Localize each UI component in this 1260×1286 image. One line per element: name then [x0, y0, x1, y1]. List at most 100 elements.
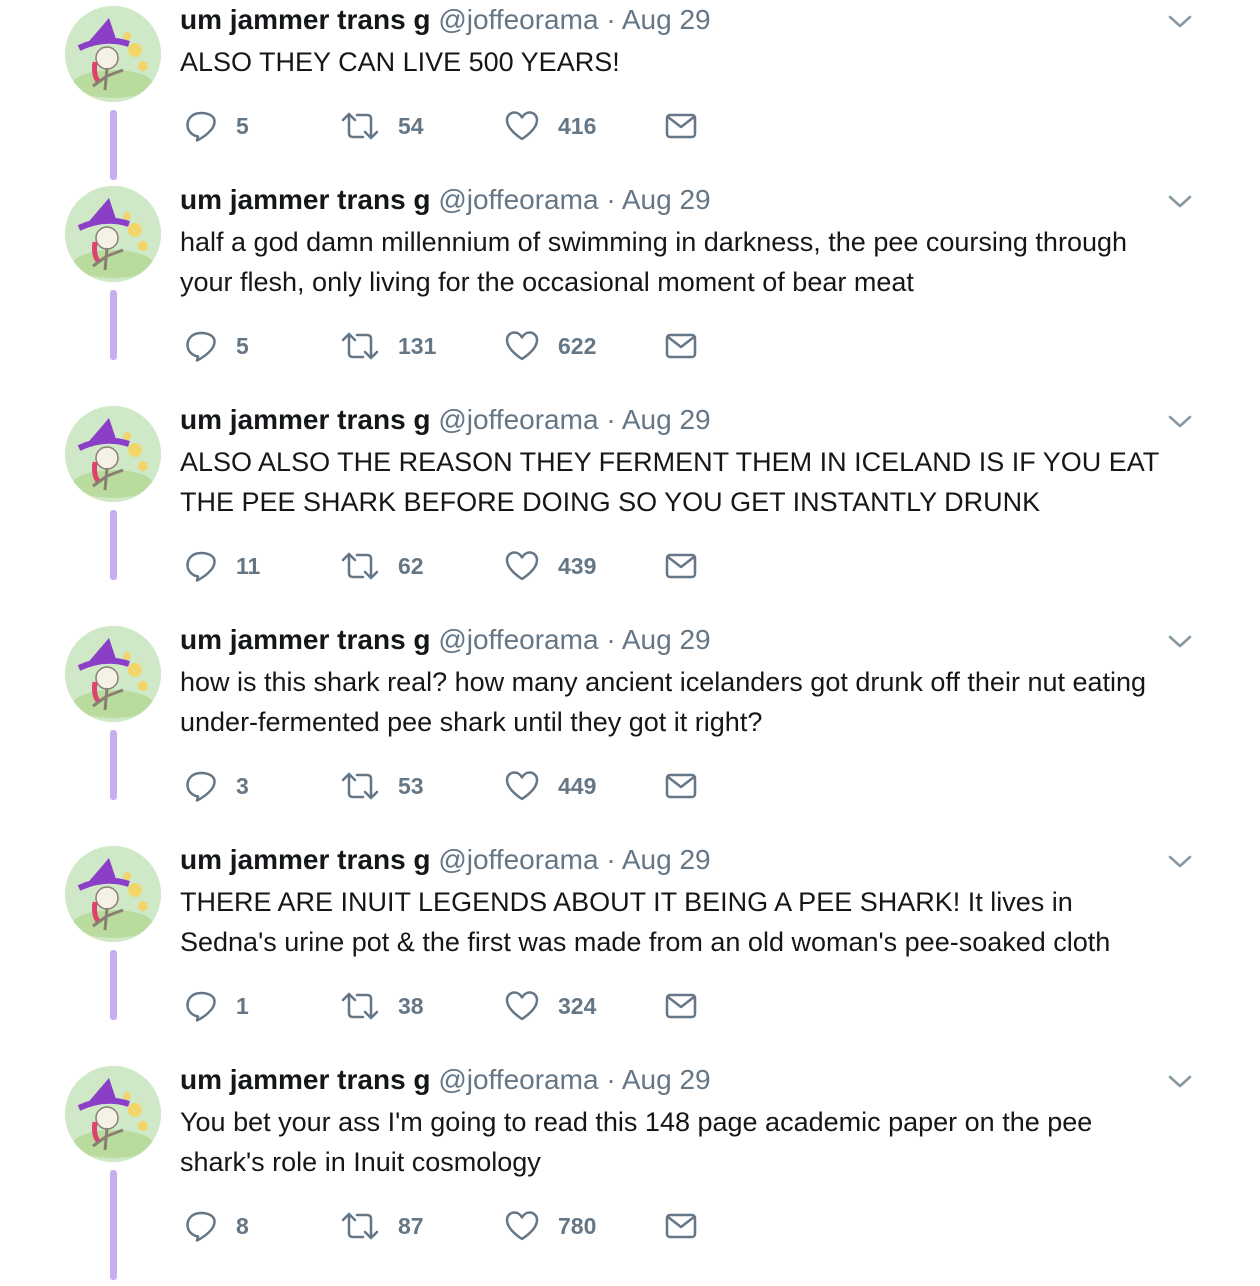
reply-button[interactable]: 3: [184, 766, 249, 806]
timestamp[interactable]: Aug 29: [622, 4, 711, 35]
avatar[interactable]: [65, 626, 161, 722]
retweet-button[interactable]: 54: [340, 106, 424, 146]
tweet-text: ALSO THEY CAN LIVE 500 YEARS!: [180, 42, 1220, 82]
tweet-header: um jammer trans g @joffeorama · Aug 29: [180, 2, 711, 38]
like-button[interactable]: 780: [504, 1206, 596, 1246]
avatar[interactable]: [65, 406, 161, 502]
tweet-actions: 11 62 439: [180, 546, 740, 586]
username-handle[interactable]: @joffeorama: [438, 4, 598, 35]
more-options-button[interactable]: [1166, 192, 1194, 212]
tweet-text-line: your flesh, only living for the occasion…: [180, 267, 914, 297]
retweet-button[interactable]: 53: [340, 766, 424, 806]
avatar-illustration: [65, 846, 161, 942]
chevron-down-icon: [1168, 415, 1192, 428]
heart-icon: [505, 1211, 539, 1241]
display-name[interactable]: um jammer trans g: [180, 4, 431, 35]
tweet-text-line: shark's role in Inuit cosmology: [180, 1147, 541, 1177]
tweet-text-line: You bet your ass I'm going to read this …: [180, 1107, 1093, 1137]
tweet[interactable]: um jammer trans g @joffeorama · Aug 29 T…: [0, 840, 1260, 1060]
reply-count: 8: [236, 1212, 249, 1239]
reply-icon: [186, 551, 216, 582]
direct-message-button[interactable]: [664, 326, 698, 366]
direct-message-button[interactable]: [664, 106, 698, 146]
like-button[interactable]: 324: [504, 986, 596, 1026]
timestamp[interactable]: Aug 29: [622, 184, 711, 215]
reply-button[interactable]: 11: [184, 546, 260, 586]
reply-icon: [186, 771, 216, 802]
display-name[interactable]: um jammer trans g: [180, 624, 431, 655]
tweet[interactable]: um jammer trans g @joffeorama · Aug 29 h…: [0, 620, 1260, 840]
like-button[interactable]: 449: [504, 766, 596, 806]
thread-connector-line: [110, 510, 117, 580]
chevron-down-icon: [1168, 635, 1192, 648]
more-options-button[interactable]: [1166, 852, 1194, 872]
tweet-header: um jammer trans g @joffeorama · Aug 29: [180, 622, 711, 658]
tweet-actions: 1 38 324: [180, 986, 740, 1026]
retweet-icon: [341, 992, 379, 1020]
username-handle[interactable]: @joffeorama: [438, 184, 598, 215]
direct-message-button[interactable]: [664, 1206, 698, 1246]
like-button[interactable]: 439: [504, 546, 596, 586]
direct-message-button[interactable]: [664, 766, 698, 806]
avatar[interactable]: [65, 186, 161, 282]
tweet[interactable]: um jammer trans g @joffeorama · Aug 29 Y…: [0, 1060, 1260, 1280]
avatar[interactable]: [65, 1066, 161, 1162]
thread-connector-line: [110, 1170, 117, 1280]
display-name[interactable]: um jammer trans g: [180, 844, 431, 875]
more-options-button[interactable]: [1166, 412, 1194, 432]
avatar-illustration: [65, 1066, 161, 1162]
separator-dot: ·: [606, 844, 616, 875]
tweet-actions: 5 54 416: [180, 106, 740, 146]
reply-count: 5: [236, 332, 249, 359]
avatar-illustration: [65, 186, 161, 282]
retweet-button[interactable]: 131: [340, 326, 436, 366]
timestamp[interactable]: Aug 29: [622, 624, 711, 655]
retweet-count: 54: [398, 112, 424, 139]
reply-icon: [186, 1211, 216, 1242]
username-handle[interactable]: @joffeorama: [438, 404, 598, 435]
reply-button[interactable]: 1: [184, 986, 249, 1026]
like-count: 449: [558, 772, 597, 799]
more-options-button[interactable]: [1166, 1072, 1194, 1092]
envelope-icon: [665, 1213, 697, 1239]
display-name[interactable]: um jammer trans g: [180, 404, 431, 435]
display-name[interactable]: um jammer trans g: [180, 184, 431, 215]
reply-button[interactable]: 5: [184, 326, 249, 366]
like-count: 324: [558, 992, 597, 1019]
tweet-text-line: half a god damn millennium of swimming i…: [180, 227, 1128, 257]
retweet-button[interactable]: 62: [340, 546, 424, 586]
more-options-button[interactable]: [1166, 632, 1194, 652]
username-handle[interactable]: @joffeorama: [438, 624, 598, 655]
chevron-down-icon: [1168, 195, 1192, 208]
timestamp[interactable]: Aug 29: [622, 1064, 711, 1095]
envelope-icon: [665, 993, 697, 1019]
reply-button[interactable]: 8: [184, 1206, 249, 1246]
tweet[interactable]: um jammer trans g @joffeorama · Aug 29 A…: [0, 400, 1260, 620]
reply-button[interactable]: 5: [184, 106, 249, 146]
retweet-button[interactable]: 87: [340, 1206, 424, 1246]
more-options-button[interactable]: [1166, 12, 1194, 32]
separator-dot: ·: [606, 1064, 616, 1095]
username-handle[interactable]: @joffeorama: [438, 844, 598, 875]
retweet-count: 87: [398, 1212, 424, 1239]
timestamp[interactable]: Aug 29: [622, 404, 711, 435]
reply-icon: [186, 991, 216, 1022]
retweet-icon: [341, 112, 379, 140]
direct-message-button[interactable]: [664, 546, 698, 586]
reply-count: 11: [236, 552, 261, 579]
display-name[interactable]: um jammer trans g: [180, 1064, 431, 1095]
heart-icon: [505, 771, 539, 801]
tweet[interactable]: um jammer trans g @joffeorama · Aug 29 h…: [0, 180, 1260, 400]
like-button[interactable]: 416: [504, 106, 596, 146]
username-handle[interactable]: @joffeorama: [438, 1064, 598, 1095]
like-button[interactable]: 622: [504, 326, 596, 366]
tweet-text: how is this shark real? how many ancient…: [180, 662, 1220, 742]
tweet-text: You bet your ass I'm going to read this …: [180, 1102, 1220, 1182]
retweet-icon: [341, 332, 379, 360]
retweet-button[interactable]: 38: [340, 986, 424, 1026]
avatar[interactable]: [65, 6, 161, 102]
tweet-text-line: how is this shark real? how many ancient…: [180, 667, 1147, 697]
avatar[interactable]: [65, 846, 161, 942]
timestamp[interactable]: Aug 29: [622, 844, 711, 875]
direct-message-button[interactable]: [664, 986, 698, 1026]
